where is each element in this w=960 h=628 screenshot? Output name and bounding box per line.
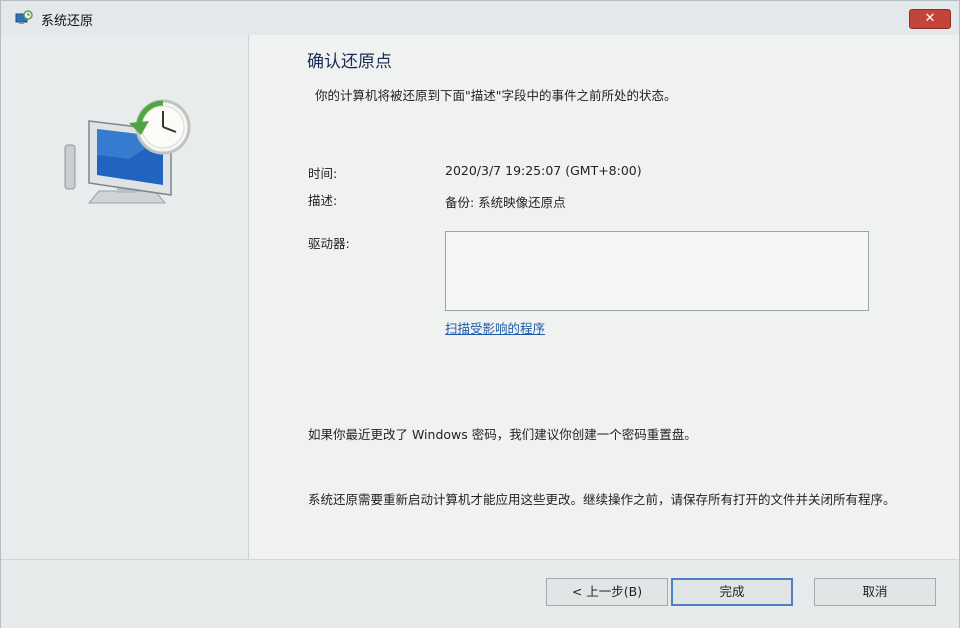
system-restore-window: 系统还原 ✕ 确认还原点 你的计算机将被还原到下面"描述"字段中的事件之前所处的…: [0, 0, 960, 628]
time-value: 2020/3/7 19:25:07 (GMT+8:00): [445, 163, 642, 178]
cancel-button[interactable]: 取消: [814, 578, 936, 606]
page-title: 确认还原点: [307, 52, 392, 72]
drives-label: 驱动器:: [308, 236, 350, 251]
window-title: 系统还原: [41, 14, 94, 29]
description-label: 描述:: [308, 193, 338, 208]
back-button[interactable]: < 上一步(B): [546, 578, 668, 606]
system-restore-monitor-clock-icon: [64, 99, 191, 204]
description-value: 备份: 系统映像还原点: [445, 195, 566, 210]
system-restore-icon: [15, 10, 33, 24]
scan-affected-programs-link[interactable]: 扫描受影响的程序: [445, 318, 545, 337]
password-note: 如果你最近更改了 Windows 密码，我们建议你创建一个密码重置盘。: [308, 427, 697, 442]
close-button[interactable]: ✕: [909, 9, 951, 29]
sidebar: [1, 35, 249, 559]
drives-list[interactable]: [445, 231, 869, 311]
finish-button[interactable]: 完成: [671, 578, 793, 606]
time-label: 时间:: [308, 166, 338, 181]
intro-text: 你的计算机将被还原到下面"描述"字段中的事件之前所处的状态。: [315, 88, 677, 103]
title-bar: 系统还原 ✕: [1, 1, 959, 35]
restart-note: 系统还原需要重新启动计算机才能应用这些更改。继续操作之前，请保存所有打开的文件并…: [308, 492, 896, 507]
